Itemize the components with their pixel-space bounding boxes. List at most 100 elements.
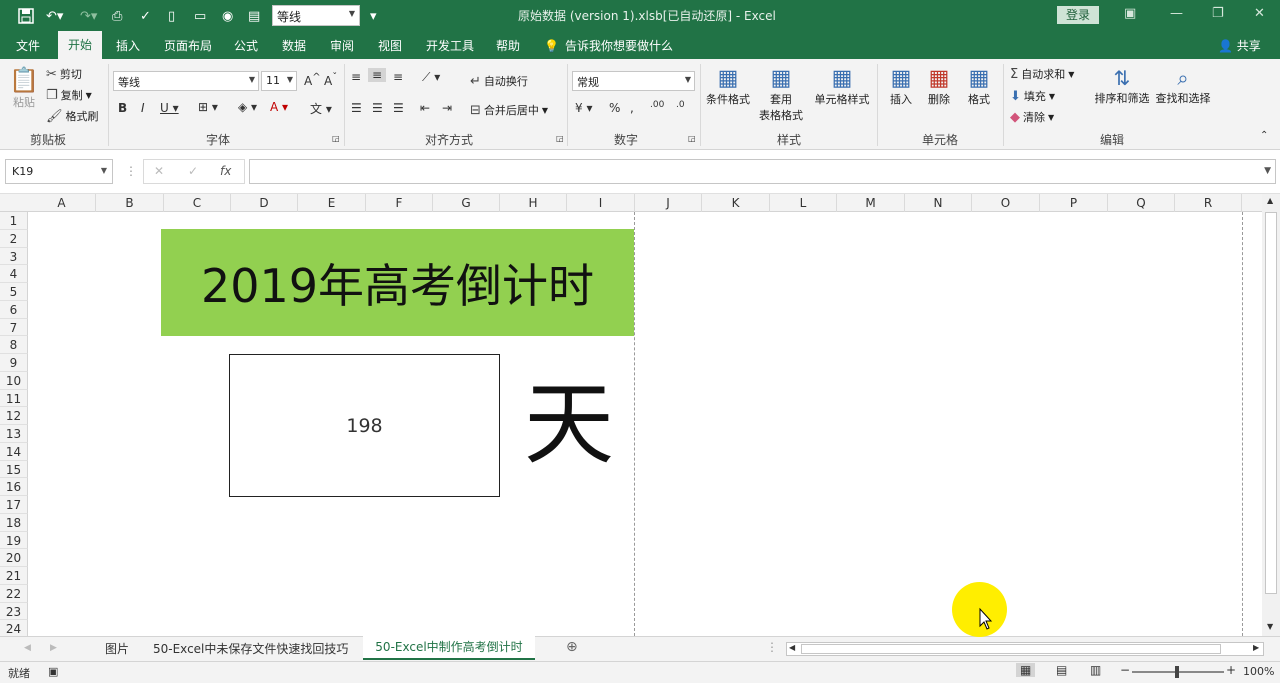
merge-center-button[interactable]: ⊟ 合并后居中 ▼ xyxy=(470,102,548,118)
open-folder-icon[interactable]: ▭ xyxy=(194,6,206,26)
row-header[interactable]: 14 xyxy=(0,442,28,461)
autosum-button[interactable]: Σ 自动求和 ▼ xyxy=(1010,66,1074,82)
row-header[interactable]: 12 xyxy=(0,407,28,425)
formula-input[interactable]: ▼ xyxy=(249,159,1276,184)
row-header[interactable]: 3 xyxy=(0,247,28,266)
format-as-table-button[interactable]: ▦ 套用 表格格式 xyxy=(752,66,810,123)
scroll-up-icon[interactable]: ▲ xyxy=(1267,196,1273,205)
sheet-tab-images[interactable]: 图片 xyxy=(105,640,129,657)
row-header[interactable]: 9 xyxy=(0,354,28,372)
column-header[interactable]: G xyxy=(433,194,500,212)
column-header[interactable]: I xyxy=(567,194,635,212)
column-header[interactable]: N xyxy=(905,194,972,212)
restore-icon[interactable]: ❐ xyxy=(1212,6,1224,21)
dialog-launcher-icon[interactable]: ◲ xyxy=(332,134,340,143)
more-options-icon[interactable]: ⋮ xyxy=(766,640,778,654)
number-format-select[interactable]: 常规 ▼ xyxy=(572,71,695,91)
column-header[interactable]: P xyxy=(1040,194,1108,212)
normal-view-icon[interactable]: ▦ xyxy=(1016,663,1036,677)
decrease-decimal-icon[interactable]: .0 xyxy=(676,100,685,110)
row-header[interactable]: 18 xyxy=(0,513,28,532)
column-header[interactable]: H xyxy=(500,194,567,212)
sheet-tab-recovery[interactable]: 50-Excel中未保存文件快速找回技巧 xyxy=(153,640,348,657)
find-select-button[interactable]: ⌕ 查找和选择 xyxy=(1153,66,1213,106)
zoom-level[interactable]: 100% xyxy=(1243,665,1274,678)
tab-page-layout[interactable]: 页面布局 xyxy=(164,37,212,54)
row-header[interactable]: 16 xyxy=(0,478,28,496)
row-header[interactable]: 20 xyxy=(0,549,28,567)
cancel-icon[interactable]: ✕ xyxy=(154,164,164,178)
align-middle-icon[interactable]: ≡ xyxy=(368,68,387,82)
print-preview-icon[interactable]: ⎙ xyxy=(112,6,122,26)
horizontal-scrollbar[interactable]: ◀ ▶ xyxy=(786,642,1264,656)
row-header[interactable]: 4 xyxy=(0,265,28,283)
font-size-select[interactable]: 11 ▼ xyxy=(261,71,297,91)
macro-record-icon[interactable]: ▣ xyxy=(48,665,58,678)
tab-insert[interactable]: 插入 xyxy=(116,37,140,54)
scroll-down-icon[interactable]: ▼ xyxy=(1267,622,1273,631)
tell-me-search[interactable]: 💡 告诉我你想要做什么 xyxy=(544,37,673,54)
scroll-left-icon[interactable]: ◀ xyxy=(789,643,795,652)
more-options-icon[interactable]: ⋮ xyxy=(125,164,137,178)
dialog-launcher-icon[interactable]: ◲ xyxy=(688,134,696,143)
column-header[interactable]: B xyxy=(96,194,164,212)
ribbon-display-icon[interactable]: ▣ xyxy=(1124,6,1136,21)
currency-icon[interactable]: ¥ ▾ xyxy=(575,101,592,115)
vertical-scroll-thumb[interactable] xyxy=(1265,212,1277,594)
page-layout-view-icon[interactable]: ▤ xyxy=(1056,663,1067,677)
sort-filter-button[interactable]: ⇅ 排序和筛选 xyxy=(1093,66,1151,106)
column-header[interactable]: D xyxy=(231,194,298,212)
spell-check-icon[interactable]: ✓ xyxy=(140,6,151,26)
row-header[interactable]: 2 xyxy=(0,229,28,248)
minimize-icon[interactable]: — xyxy=(1170,6,1183,21)
tab-review[interactable]: 审阅 xyxy=(330,37,354,54)
tab-help[interactable]: 帮助 xyxy=(496,37,520,54)
camera-icon[interactable]: ◉ xyxy=(222,6,233,26)
zoom-slider-thumb[interactable] xyxy=(1175,666,1179,678)
sheet-tab-active[interactable]: 50-Excel中制作高考倒计时 xyxy=(363,636,535,660)
delete-cells-button[interactable]: ▦ 删除 xyxy=(922,66,956,107)
row-header[interactable]: 5 xyxy=(0,283,28,301)
column-header[interactable]: K xyxy=(702,194,770,212)
row-header[interactable]: 10 xyxy=(0,371,28,390)
row-header[interactable]: 15 xyxy=(0,460,28,479)
increase-indent-icon[interactable]: ⇥ xyxy=(442,101,452,115)
next-sheet-icon[interactable]: ▶ xyxy=(50,643,57,653)
row-header[interactable]: 1 xyxy=(0,212,28,230)
zoom-in-icon[interactable]: + xyxy=(1226,663,1236,677)
day-label[interactable]: 天 xyxy=(524,380,614,470)
wrap-text-button[interactable]: ↵ 自动换行 xyxy=(470,73,528,89)
scroll-right-icon[interactable]: ▶ xyxy=(1253,643,1259,652)
font-name-select[interactable]: 等线 ▼ xyxy=(113,71,259,91)
undo-icon[interactable]: ↶▾ xyxy=(46,6,63,26)
column-header[interactable]: M xyxy=(837,194,905,212)
login-button[interactable]: 登录 xyxy=(1057,6,1099,24)
column-header[interactable]: R xyxy=(1175,194,1242,212)
row-header[interactable]: 23 xyxy=(0,602,28,621)
row-header[interactable]: 11 xyxy=(0,389,28,408)
row-header[interactable]: 7 xyxy=(0,318,28,337)
orientation-icon[interactable]: ⟋ ▾ xyxy=(422,70,440,85)
tab-data[interactable]: 数据 xyxy=(282,37,306,54)
save-icon[interactable] xyxy=(18,6,34,26)
quick-font-select[interactable]: 等线 ▼ xyxy=(272,5,360,26)
tab-formulas[interactable]: 公式 xyxy=(234,37,258,54)
clear-button[interactable]: ◆ 清除 ▼ xyxy=(1010,109,1054,125)
collapse-ribbon-icon[interactable]: ⌃ xyxy=(1260,130,1268,141)
column-header[interactable]: C xyxy=(164,194,231,212)
conditional-formatting-button[interactable]: ▦ 条件格式 xyxy=(704,66,752,107)
tab-developer[interactable]: 开发工具 xyxy=(426,37,474,54)
align-center-icon[interactable]: ☰ xyxy=(372,101,383,115)
underline-icon[interactable]: U ▾ xyxy=(160,101,179,115)
page-break-view-icon[interactable]: ▥ xyxy=(1090,663,1101,677)
enter-icon[interactable]: ✓ xyxy=(188,164,198,178)
add-sheet-icon[interactable]: ⊕ xyxy=(566,639,578,655)
decrease-font-icon[interactable]: Aˇ xyxy=(324,72,337,88)
fill-button[interactable]: ⬇ 填充 ▼ xyxy=(1010,88,1055,104)
countdown-value-box[interactable]: 198 xyxy=(229,354,500,497)
close-icon[interactable]: ✕ xyxy=(1254,6,1265,21)
row-header[interactable]: 6 xyxy=(0,300,28,319)
column-header[interactable]: O xyxy=(972,194,1040,212)
new-file-icon[interactable]: ▯ xyxy=(168,6,175,26)
decrease-indent-icon[interactable]: ⇤ xyxy=(420,101,430,115)
